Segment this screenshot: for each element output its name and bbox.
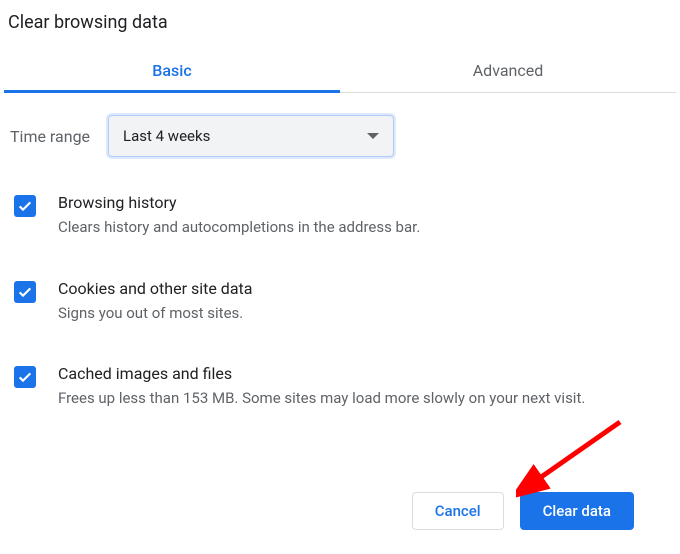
checkbox-cookies[interactable]: [14, 281, 36, 303]
option-desc: Clears history and autocompletions in th…: [58, 216, 668, 239]
tab-basic[interactable]: Basic: [4, 51, 340, 92]
checkmark-icon: [17, 198, 33, 214]
option-cookies: Cookies and other site data Signs you ou…: [10, 279, 670, 325]
option-desc: Frees up less than 153 MB. Some sites ma…: [58, 387, 668, 410]
checkbox-cached[interactable]: [14, 366, 36, 388]
clear-data-button[interactable]: Clear data: [520, 492, 634, 530]
option-desc: Signs you out of most sites.: [58, 302, 668, 325]
time-range-select[interactable]: Last 4 weeks: [108, 115, 394, 157]
tab-advanced[interactable]: Advanced: [340, 51, 676, 92]
checkmark-icon: [17, 369, 33, 385]
dialog-footer: Cancel Clear data: [412, 492, 634, 530]
time-range-label: Time range: [10, 127, 90, 146]
option-title: Cached images and files: [58, 364, 670, 383]
clear-browsing-data-dialog: Clear browsing data Basic Advanced Time …: [0, 0, 680, 554]
annotation-arrow-icon: [516, 418, 626, 498]
cancel-button-label: Cancel: [435, 502, 481, 520]
time-range-value: Last 4 weeks: [123, 127, 210, 145]
option-text: Browsing history Clears history and auto…: [58, 193, 670, 239]
option-cached: Cached images and files Frees up less th…: [10, 364, 670, 410]
tabs: Basic Advanced: [4, 51, 676, 93]
tab-advanced-label: Advanced: [473, 61, 544, 80]
option-text: Cookies and other site data Signs you ou…: [58, 279, 670, 325]
clear-data-button-label: Clear data: [543, 502, 611, 520]
tab-basic-label: Basic: [152, 61, 191, 80]
checkbox-browsing-history[interactable]: [14, 195, 36, 217]
chevron-down-icon: [367, 133, 379, 139]
checkmark-icon: [17, 284, 33, 300]
dialog-body: Time range Last 4 weeks Browsing history…: [4, 93, 676, 410]
dialog-title: Clear browsing data: [4, 8, 676, 51]
option-text: Cached images and files Frees up less th…: [58, 364, 670, 410]
cancel-button[interactable]: Cancel: [412, 492, 504, 530]
option-title: Browsing history: [58, 193, 670, 212]
time-range-row: Time range Last 4 weeks: [10, 115, 670, 157]
option-browsing-history: Browsing history Clears history and auto…: [10, 193, 670, 239]
option-title: Cookies and other site data: [58, 279, 670, 298]
